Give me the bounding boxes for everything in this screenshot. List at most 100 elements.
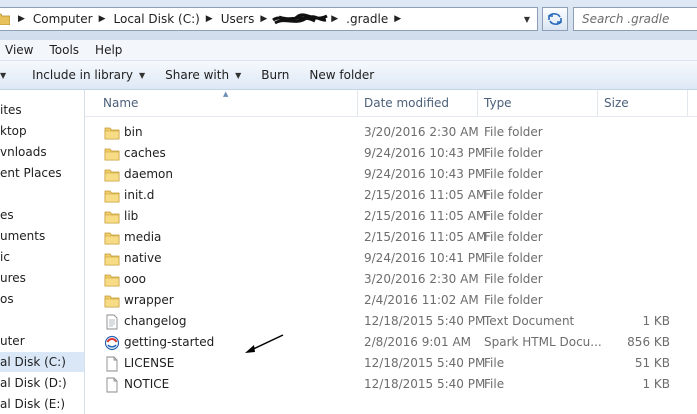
file-row[interactable]: caches 9/24/2016 10:43 PM File folder: [85, 143, 697, 164]
file-name: NOTICE: [124, 377, 170, 391]
include-in-library-button[interactable]: Include in library ▼: [26, 61, 151, 89]
refresh-icon: [548, 13, 562, 25]
nav-item-music[interactable]: ic: [0, 247, 10, 267]
command-bar: ▼ Include in library ▼ Share with ▼ Burn…: [0, 61, 697, 90]
breadcrumb-users[interactable]: Users ▶: [217, 8, 272, 30]
column-header-size[interactable]: Size: [598, 90, 688, 116]
breadcrumb-computer[interactable]: Computer ▶: [29, 8, 110, 30]
file-name: init.d: [124, 188, 155, 202]
search-placeholder: Search .gradle: [582, 12, 670, 26]
breadcrumb-arrow-icon[interactable]: ▶: [329, 14, 342, 24]
file-row[interactable]: bin 3/20/2016 2:30 AM File folder: [85, 122, 697, 143]
file-size: [597, 248, 670, 269]
nav-item-local-disk-c[interactable]: al Disk (C:): [0, 352, 84, 372]
nav-item-local-disk-e[interactable]: al Disk (E:): [0, 394, 65, 414]
address-bar[interactable]: ▶ Computer ▶ Local Disk (C:) ▶ Users ▶ ▶…: [0, 7, 538, 31]
nav-item-documents[interactable]: uments: [0, 226, 45, 246]
file-date: 9/24/2016 10:43 PM: [364, 167, 486, 181]
html-document-icon: [104, 335, 120, 351]
file-name: lib: [124, 209, 139, 223]
file-name: bin: [124, 125, 143, 139]
refresh-button[interactable]: [542, 7, 568, 31]
nav-item-videos[interactable]: os: [0, 289, 14, 309]
folder-icon: [104, 253, 120, 266]
folder-icon: [104, 190, 120, 203]
menu-tools[interactable]: Tools: [41, 43, 87, 57]
file-date: 2/15/2016 11:05 AM: [364, 188, 487, 202]
address-dropdown-icon[interactable]: ▼: [520, 11, 534, 27]
breadcrumb-arrow-icon[interactable]: ▶: [392, 14, 405, 24]
breadcrumb-arrow-icon[interactable]: ▶: [258, 14, 271, 24]
nav-item-recent-places[interactable]: ent Places: [0, 163, 62, 183]
file-row[interactable]: media 2/15/2016 11:05 AM File folder: [85, 227, 697, 248]
menu-bar: View Tools Help: [0, 40, 697, 61]
file-row[interactable]: getting-started 2/8/2016 9:01 AM Spark HTM…: [85, 332, 697, 353]
file-name: changelog: [124, 314, 187, 328]
breadcrumb-user-redacted[interactable]: ▶: [271, 8, 342, 30]
file-name: wrapper: [124, 293, 174, 307]
file-size: [597, 227, 670, 248]
file-date: 3/20/2016 2:30 AM: [364, 125, 479, 139]
folder-icon: [0, 13, 10, 25]
file-icon: [106, 356, 118, 372]
file-list: ▲ Name Date modified Type Size bin 3/20/2…: [85, 90, 697, 414]
file-row[interactable]: changelog 12/18/2015 5:40 PM Text Document…: [85, 311, 697, 332]
file-row[interactable]: NOTICE 12/18/2015 5:40 PM File 1 KB: [85, 374, 697, 395]
file-type: File folder: [484, 146, 543, 160]
menu-view[interactable]: View: [0, 43, 41, 57]
file-row[interactable]: init.d 2/15/2016 11:05 AM File folder: [85, 185, 697, 206]
file-date: 2/15/2016 11:05 AM: [364, 230, 487, 244]
annotation-arrow: [245, 334, 284, 353]
file-type: File folder: [484, 293, 543, 307]
breadcrumb-gradle[interactable]: .gradle ▶: [342, 8, 405, 30]
breadcrumb-arrow-icon[interactable]: ▶: [97, 14, 110, 24]
search-input[interactable]: Search .gradle: [573, 7, 697, 31]
file-size: [597, 122, 670, 143]
breadcrumb-arrow-icon[interactable]: ▶: [16, 14, 29, 24]
nav-item-downloads[interactable]: vnloads: [0, 142, 47, 162]
file-name: getting-started: [124, 335, 215, 349]
file-size: 51 KB: [634, 356, 670, 370]
nav-item-favorites[interactable]: ites: [0, 100, 22, 120]
file-row[interactable]: wrapper 2/4/2016 11:02 AM File folder: [85, 290, 697, 311]
file-row[interactable]: native 9/24/2016 10:41 PM File folder: [85, 248, 697, 269]
column-header-name[interactable]: Name: [97, 90, 358, 116]
file-row[interactable]: LICENSE 12/18/2015 5:40 PM File 51 KB: [85, 353, 697, 374]
breadcrumb-local-disk[interactable]: Local Disk (C:) ▶: [110, 8, 217, 30]
share-with-button[interactable]: Share with ▼: [159, 61, 247, 89]
file-name: native: [124, 251, 162, 265]
folder-icon: [104, 295, 120, 308]
file-name: media: [124, 230, 162, 244]
menu-help[interactable]: Help: [87, 43, 130, 57]
file-type: File: [484, 377, 505, 391]
nav-item-libraries[interactable]: es: [0, 205, 14, 225]
folder-icon: [104, 148, 120, 161]
file-name: daemon: [124, 167, 173, 181]
burn-button[interactable]: Burn: [255, 61, 295, 89]
new-folder-button[interactable]: New folder: [303, 61, 380, 89]
file-type: File: [484, 356, 505, 370]
file-size: 1 KB: [642, 314, 670, 328]
nav-item-computer[interactable]: uter: [0, 331, 25, 351]
address-bar-row: ▶ Computer ▶ Local Disk (C:) ▶ Users ▶ ▶…: [0, 0, 697, 40]
chevron-down-icon: ▼: [139, 70, 146, 80]
column-header-type[interactable]: Type: [478, 90, 598, 116]
file-date: 12/18/2015 5:40 PM: [364, 314, 486, 328]
breadcrumb-arrow-icon[interactable]: ▶: [204, 14, 217, 24]
file-icon: [106, 377, 118, 393]
nav-item-local-disk-d[interactable]: al Disk (D:): [0, 373, 67, 393]
file-size: 1 KB: [642, 377, 670, 391]
nav-item-pictures[interactable]: ures: [0, 268, 26, 288]
file-size: [597, 164, 670, 185]
file-row[interactable]: lib 2/15/2016 11:05 AM File folder: [85, 206, 697, 227]
file-type: File folder: [484, 209, 543, 223]
file-size: [597, 143, 670, 164]
file-row[interactable]: ooo 3/20/2016 2:30 AM File folder: [85, 269, 697, 290]
organize-caret-icon[interactable]: ▼: [0, 71, 26, 80]
folder-icon: [104, 232, 120, 245]
file-date: 2/4/2016 11:02 AM: [364, 293, 479, 307]
file-row[interactable]: daemon 9/24/2016 10:43 PM File folder: [85, 164, 697, 185]
column-header-date[interactable]: Date modified: [358, 90, 478, 116]
nav-item-desktop[interactable]: ktop: [0, 121, 27, 141]
text-document-icon: [106, 314, 118, 330]
